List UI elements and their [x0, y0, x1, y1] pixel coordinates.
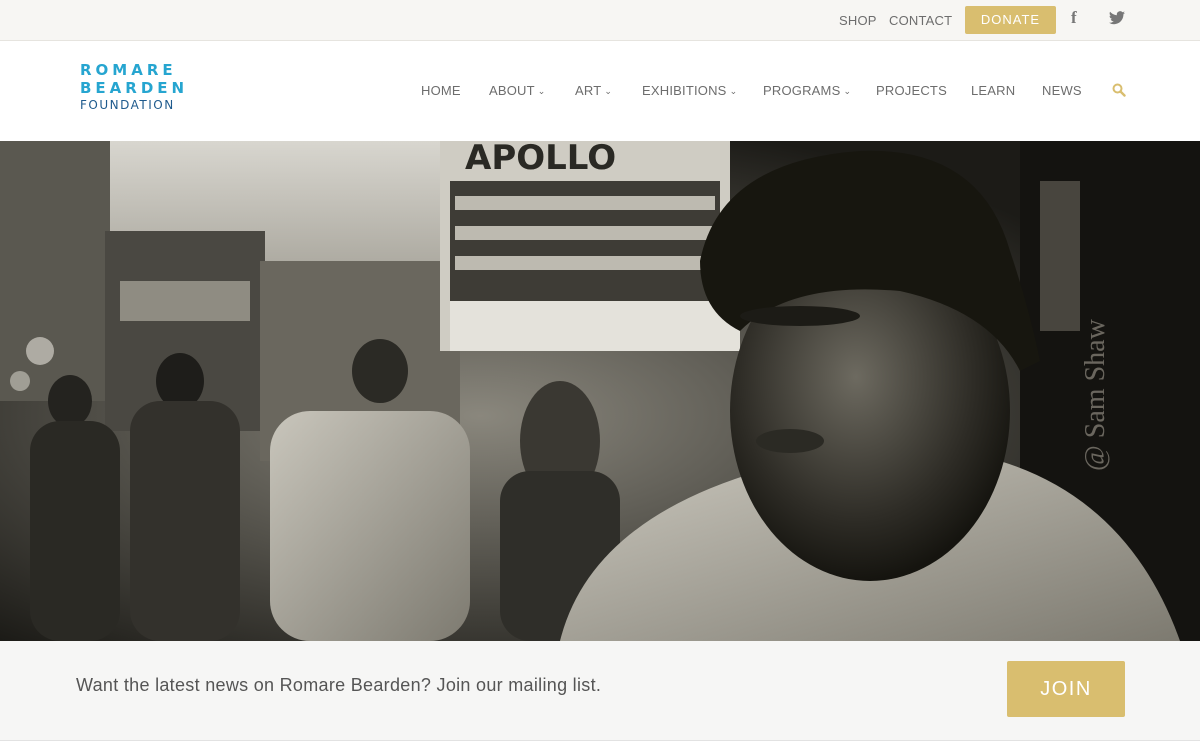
nav-about[interactable]: ABOUT ⌄: [489, 83, 546, 98]
nav-label: PROGRAMS: [763, 83, 841, 98]
shop-link[interactable]: SHOP: [839, 13, 877, 28]
twitter-icon[interactable]: [1109, 10, 1125, 30]
foundation-logo[interactable]: ROMARE BEARDEN FOUNDATION: [80, 61, 190, 113]
nav-label: ABOUT: [489, 83, 535, 98]
logo-line-3: FOUNDATION: [80, 98, 175, 112]
logo-line-2: BEARDEN: [80, 79, 189, 97]
nav-art[interactable]: ART ⌄: [575, 83, 612, 98]
contact-link[interactable]: CONTACT: [889, 13, 952, 28]
chevron-down-icon: ⌄: [537, 86, 546, 96]
nav-label: LEARN: [971, 83, 1016, 98]
nav-news[interactable]: NEWS: [1042, 83, 1082, 98]
nav-label: ART: [575, 83, 602, 98]
nav-programs[interactable]: PROGRAMS ⌄: [763, 83, 851, 98]
newsletter-bar: Want the latest news on Romare Bearden? …: [0, 641, 1200, 741]
newsletter-message: Want the latest news on Romare Bearden? …: [76, 675, 602, 695]
logo-line-1: ROMARE: [80, 61, 177, 79]
nav-label: EXHIBITIONS: [642, 83, 727, 98]
chevron-down-icon: ⌄: [843, 86, 852, 96]
site-header: ROMARE BEARDEN FOUNDATION HOME ABOUT ⌄ AR…: [0, 41, 1200, 141]
nav-label: PROJECTS: [876, 83, 947, 98]
photo-credit: @ Sam Shaw: [1080, 319, 1111, 471]
utility-bar: SHOP CONTACT DONATE f: [0, 0, 1200, 41]
street-scene-illustration: APOLLO: [0, 141, 1200, 641]
chevron-down-icon: ⌄: [729, 86, 738, 96]
donate-button[interactable]: DONATE: [965, 6, 1056, 34]
search-icon[interactable]: [1112, 83, 1126, 97]
nav-projects[interactable]: PROJECTS: [876, 83, 947, 98]
nav-learn[interactable]: LEARN: [971, 83, 1015, 98]
facebook-icon[interactable]: f: [1071, 8, 1077, 28]
nav-exhibitions[interactable]: EXHIBITIONS ⌄: [642, 83, 737, 98]
apollo-sign: APOLLO: [465, 141, 616, 178]
nav-home[interactable]: HOME: [421, 83, 461, 98]
nav-label: NEWS: [1042, 83, 1082, 98]
hero-photo: APOLLO @ Sam Shaw: [0, 141, 1200, 641]
chevron-down-icon: ⌄: [604, 86, 613, 96]
join-button[interactable]: JOIN: [1007, 661, 1125, 717]
nav-label: HOME: [421, 83, 461, 98]
